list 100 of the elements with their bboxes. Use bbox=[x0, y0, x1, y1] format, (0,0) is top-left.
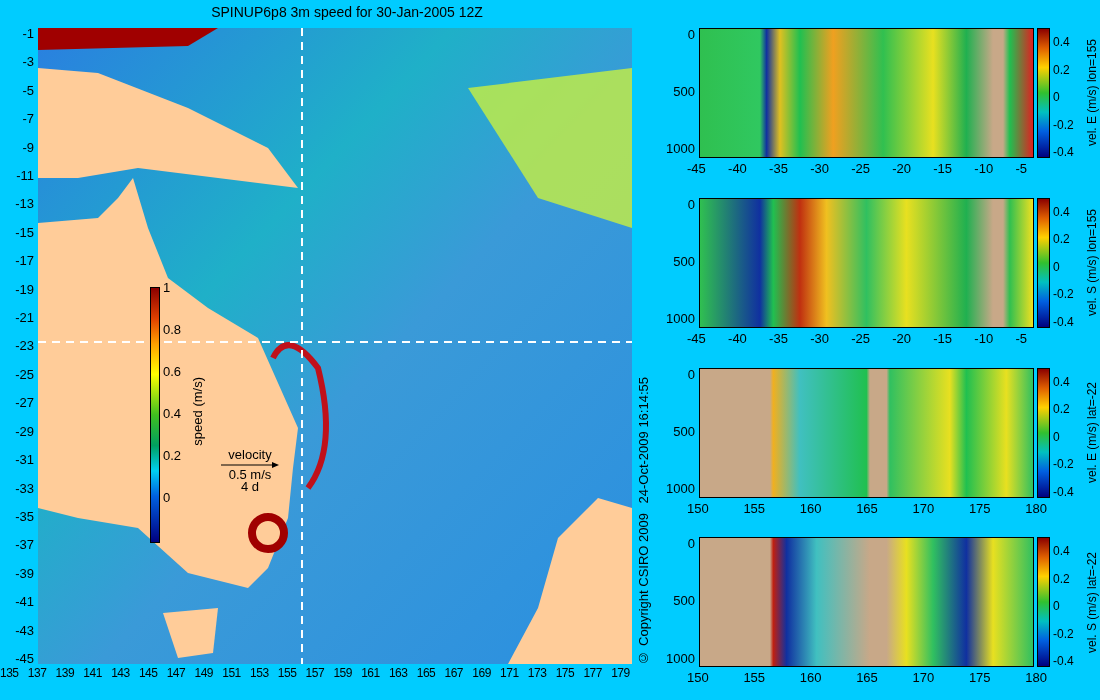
colorbar-tick-label: 0.2 bbox=[163, 448, 182, 462]
axis-tick-label: 175 bbox=[555, 667, 575, 680]
axis-tick-label: -5 bbox=[1015, 331, 1027, 345]
axis-tick-label: 171 bbox=[500, 667, 519, 680]
axis-tick-label: 141 bbox=[83, 667, 102, 680]
axis-tick-label: -35 bbox=[769, 162, 788, 175]
colorbar-label: speed (m/s) bbox=[190, 377, 205, 446]
legend-label: velocity bbox=[228, 449, 272, 461]
axis-tick-label: 150 bbox=[687, 671, 709, 685]
axis-tick-label: 0 bbox=[687, 367, 695, 381]
axis-tick-label: -27 bbox=[15, 397, 34, 409]
axis-tick-label: -43 bbox=[15, 624, 34, 636]
axis-tick-label: 145 bbox=[138, 667, 158, 680]
axis-tick-label: -13 bbox=[15, 198, 34, 210]
axis-tick-label: 500 bbox=[673, 254, 695, 268]
axis-tick-label: 165 bbox=[856, 671, 878, 685]
axis-tick-label: -11 bbox=[16, 170, 34, 182]
axis-tick-label: 179 bbox=[611, 667, 630, 680]
colorbar-label: vel. S (m/s) lon=155 bbox=[1085, 209, 1099, 317]
colorbar-tick-label: 0.2 bbox=[1053, 63, 1071, 76]
axis-tick-label: 137 bbox=[27, 667, 47, 680]
colorbar-tick-label: 0.2 bbox=[1053, 403, 1071, 415]
axis-tick-label: -37 bbox=[15, 539, 34, 551]
legend-scale: 0.5 m/s bbox=[228, 469, 272, 481]
axis-tick-label: -5 bbox=[22, 84, 34, 96]
axis-tick-label: 175 bbox=[968, 671, 991, 685]
axis-tick-label: 0 bbox=[687, 537, 695, 551]
axis-tick-label: 170 bbox=[912, 671, 935, 685]
axis-tick-label: 143 bbox=[111, 667, 130, 680]
colorbar-tick-label: 0.4 bbox=[1053, 36, 1071, 48]
axis-tick-label: 500 bbox=[673, 85, 695, 99]
axis-tick-label: -15 bbox=[15, 226, 34, 238]
colorbar-tick-label: 1 bbox=[163, 281, 171, 294]
axis-tick-label: 180 bbox=[1025, 671, 1047, 685]
colorbar-tick-label: -0.2 bbox=[1053, 288, 1075, 301]
axis-tick-label: 1000 bbox=[666, 142, 695, 156]
axis-tick-label: -30 bbox=[810, 162, 829, 175]
colorbar-label: vel. E (m/s) lat=-22 bbox=[1085, 382, 1099, 483]
axis-tick-label: -17 bbox=[15, 255, 34, 267]
axis-tick-label: -15 bbox=[933, 331, 953, 345]
copyright-text: © Copyright CSIRO 2009 bbox=[635, 513, 651, 665]
colorbar-tick-label: 0.4 bbox=[163, 406, 182, 420]
colorbar-tick-label: -0.2 bbox=[1053, 627, 1075, 640]
colorbar-tick-label: 0 bbox=[1053, 91, 1061, 103]
axis-tick-label: -10 bbox=[974, 162, 994, 175]
axis-tick-label: -35 bbox=[769, 331, 788, 345]
axis-tick-label: 147 bbox=[166, 667, 186, 680]
colorbar-tick-label: 0.2 bbox=[1053, 572, 1071, 585]
axis-tick-label: 160 bbox=[799, 671, 822, 685]
axis-tick-label: -7 bbox=[22, 113, 34, 125]
colorbar-tick-label: 0.6 bbox=[163, 364, 182, 378]
colorbar-tick-label: 0 bbox=[1053, 430, 1061, 443]
axis-tick-label: -15 bbox=[933, 162, 953, 175]
axis-tick-label: -25 bbox=[851, 162, 870, 175]
colorbar-tick-label: 0 bbox=[1053, 600, 1061, 613]
axis-tick-label: -20 bbox=[892, 162, 912, 175]
axis-tick-label: 165 bbox=[416, 667, 436, 680]
colorbar-tick-label: -0.4 bbox=[1053, 315, 1075, 328]
colorbar-tick-label: -0.4 bbox=[1053, 146, 1075, 158]
axis-tick-label: 160 bbox=[799, 501, 822, 515]
axis-tick-label: -41 bbox=[15, 596, 34, 608]
axis-tick-label: -20 bbox=[892, 331, 912, 345]
colorbar-tick-label: 0 bbox=[1053, 260, 1061, 273]
axis-tick-label: -1 bbox=[22, 28, 34, 39]
axis-tick-label: 157 bbox=[305, 667, 325, 680]
axis-tick-label: 0 bbox=[687, 28, 695, 41]
axis-tick-label: 0 bbox=[687, 197, 695, 211]
axis-tick-label: -35 bbox=[15, 510, 34, 522]
axis-tick-label: -21 bbox=[15, 312, 34, 324]
axis-tick-label: 163 bbox=[388, 667, 408, 680]
axis-tick-label: -23 bbox=[15, 340, 34, 352]
axis-tick-label: -40 bbox=[728, 331, 747, 345]
axis-tick-label: 155 bbox=[743, 501, 766, 515]
axis-tick-label: -45 bbox=[687, 331, 706, 345]
colorbar-tick-label: -0.2 bbox=[1053, 118, 1075, 131]
axis-tick-label: 150 bbox=[687, 501, 709, 515]
axis-tick-label: 175 bbox=[968, 501, 991, 515]
axis-tick-label: -25 bbox=[15, 368, 34, 380]
axis-tick-label: 135 bbox=[0, 667, 19, 680]
axis-tick-label: 1000 bbox=[666, 481, 695, 495]
axis-tick-label: -40 bbox=[728, 162, 747, 175]
axis-tick-label: 153 bbox=[250, 667, 269, 680]
axis-tick-label: -33 bbox=[15, 482, 34, 494]
colorbar-tick-label: 0.8 bbox=[163, 322, 182, 336]
axis-tick-label: 155 bbox=[743, 671, 766, 685]
colorbar-tick-label: 0.4 bbox=[1053, 545, 1071, 558]
axis-tick-label: -25 bbox=[851, 331, 870, 345]
axis-tick-label: -10 bbox=[974, 331, 994, 345]
axis-tick-label: 180 bbox=[1025, 501, 1047, 515]
axis-tick-label: -3 bbox=[22, 56, 34, 68]
axis-tick-label: -9 bbox=[22, 141, 34, 153]
colorbar-tick-label: 0.4 bbox=[1053, 205, 1071, 218]
arrow-icon bbox=[220, 461, 280, 469]
axis-tick-label: 1000 bbox=[666, 651, 695, 665]
colorbar-label: vel. S (m/s) lat=-22 bbox=[1085, 551, 1099, 653]
colorbar-tick-label: -0.4 bbox=[1053, 655, 1075, 668]
axis-tick-label: 173 bbox=[527, 667, 547, 680]
timestamp-text: 24-Oct-2009 16:14:55 bbox=[635, 376, 651, 504]
axis-tick-label: 155 bbox=[277, 667, 297, 680]
axis-tick-label: -29 bbox=[15, 425, 34, 437]
